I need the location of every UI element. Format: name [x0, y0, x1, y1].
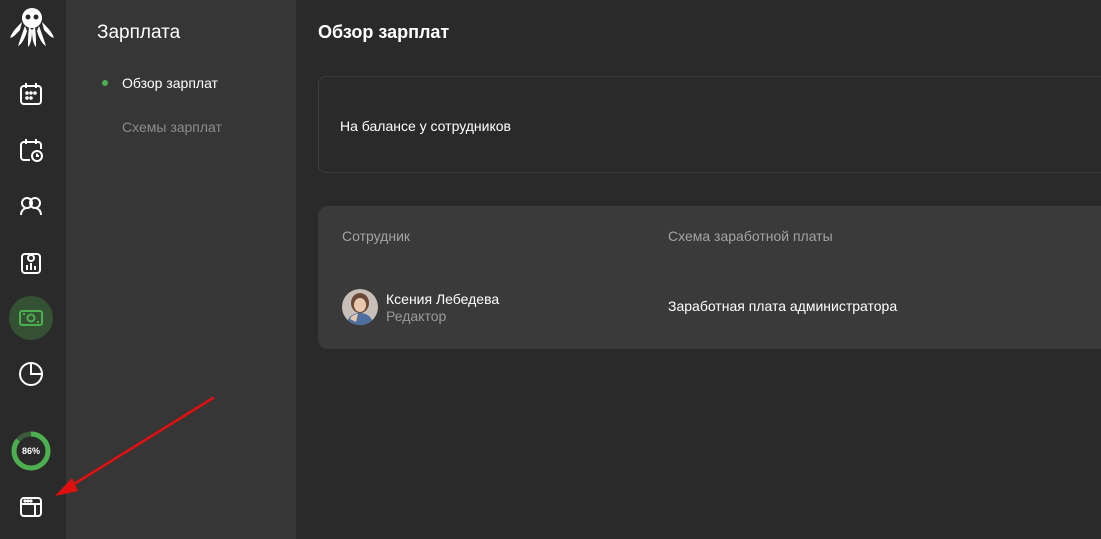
nav-item-salary-overview[interactable]: Обзор зарплат [122, 75, 218, 91]
page-title: Обзор зарплат [318, 22, 450, 42]
balance-card: На балансе у сотрудников [318, 76, 1101, 173]
column-header-employee[interactable]: Сотрудник [342, 228, 410, 244]
balance-label: На балансе у сотрудников [340, 118, 511, 134]
employee-name: Ксения Лебедева [386, 291, 500, 307]
clipboard-icon [21, 253, 41, 274]
calendar-button[interactable] [9, 72, 53, 116]
salary-button[interactable] [9, 296, 53, 340]
app-window: 86% Зарплата Обзор зарплат Схемы зарплат… [0, 0, 1101, 539]
icon-rail: 86% [0, 0, 66, 539]
logo-octopus-icon[interactable] [8, 4, 56, 48]
reports-button[interactable] [9, 240, 53, 284]
employee-role: Редактор [386, 308, 447, 324]
nav-item-salary-schemes[interactable]: Схемы зарплат [122, 119, 222, 135]
calendar-clock-icon [20, 139, 43, 162]
layout-button[interactable] [9, 485, 53, 529]
employees-table: Сотрудник Схема заработной платы Ксения … [318, 206, 1101, 349]
clients-button[interactable] [9, 184, 53, 228]
pie-chart-icon [19, 362, 43, 386]
employee-salary-scheme: Заработная плата администратора [668, 298, 898, 314]
active-indicator-dot [102, 80, 108, 86]
main-content: Обзор зарплат На балансе у сотрудников С… [296, 0, 1101, 539]
section-nav: Зарплата Обзор зарплат Схемы зарплат [66, 0, 296, 539]
calendar-icon [20, 83, 42, 105]
money-icon [19, 310, 43, 326]
clients-icon [20, 197, 42, 216]
column-header-salary-scheme[interactable]: Схема заработной платы [668, 228, 833, 244]
schedule-button[interactable] [9, 128, 53, 172]
analytics-button[interactable] [9, 352, 53, 396]
section-title: Зарплата [97, 22, 181, 43]
progress-percent: 86% [21, 446, 40, 456]
layout-icon [20, 497, 42, 517]
avatar [342, 289, 378, 325]
